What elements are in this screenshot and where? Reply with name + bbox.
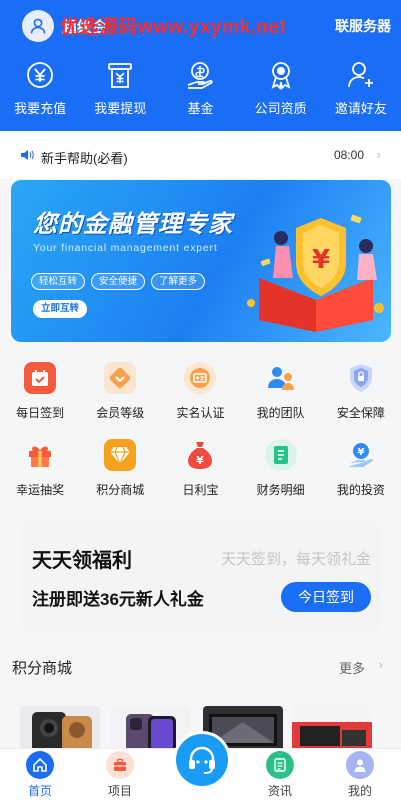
console-image <box>292 706 372 746</box>
quick-action-label: 我要充值 <box>14 101 67 116</box>
welfare-card: 天天领福利 天天签到，每天领礼金 注册即送36元新人礼金 今日签到 <box>20 522 381 632</box>
feature-row: 幸运抽奖 积分商城 ¥ 日利宝 财务明细 ¥ 我的投资 <box>0 431 401 508</box>
quick-action-invite[interactable]: 邀请好友 <box>321 58 401 122</box>
tab-home[interactable]: 首页 <box>0 751 80 799</box>
notice-time: 08:00 <box>333 148 364 162</box>
welfare-subtitle: 天天签到，每天领礼金 <box>220 551 371 568</box>
quick-action-withdraw[interactable]: 我要提现 <box>80 58 160 122</box>
customer-service-icon <box>189 746 215 774</box>
chevron-badge-icon <box>104 362 137 394</box>
customer-service-button[interactable] <box>173 731 231 789</box>
ledger-icon <box>264 439 297 471</box>
feature-label: 幸运抽奖 <box>16 483 65 497</box>
feature-my-investment[interactable]: ¥ 我的投资 <box>321 431 401 508</box>
team-icon <box>265 362 297 394</box>
shield-icon <box>345 362 377 394</box>
avatar[interactable] <box>22 10 54 42</box>
tab-label: 资讯 <box>267 784 292 798</box>
feature-grid: 每日签到 会员等级 实名认证 我的团队 安全保障 幸运抽奖 积分商城 ¥ 日利宝… <box>0 354 401 508</box>
product-card-phone-black[interactable] <box>20 706 100 750</box>
id-card-icon <box>184 362 217 394</box>
hand-yen-icon: ¥ <box>345 439 377 471</box>
feature-label: 我的投资 <box>336 483 385 497</box>
feature-member-level[interactable]: 会员等级 <box>80 354 160 431</box>
feature-label: 我的团队 <box>256 406 305 420</box>
banner-cta-button[interactable]: 立即互转 <box>33 300 88 318</box>
quick-action-label: 基金 <box>187 101 214 116</box>
welfare-description: 注册即送36元新人礼金 <box>32 590 204 609</box>
service-button[interactable]: 联服务器 <box>335 16 391 36</box>
watermark-text: 优选源码www.yxymk.net <box>60 17 287 38</box>
quick-action-fund[interactable]: 基金 <box>160 58 240 122</box>
quick-action-recharge[interactable]: 我要充值 <box>0 58 80 122</box>
money-bag-icon: ¥ <box>184 439 216 471</box>
calendar-icon <box>24 362 57 394</box>
feature-label: 每日签到 <box>16 406 65 420</box>
feature-label: 实名认证 <box>176 406 225 420</box>
feature-label: 安全保障 <box>336 406 385 420</box>
feature-row: 每日签到 会员等级 实名认证 我的团队 安全保障 <box>0 354 401 431</box>
briefcase-icon <box>106 751 134 779</box>
feature-daily-checkin[interactable]: 每日签到 <box>0 354 80 431</box>
feature-real-name-auth[interactable]: 实名认证 <box>160 354 240 431</box>
banner-title: 您的金融管理专家 <box>33 211 233 238</box>
banner-illustration: ¥ <box>247 214 384 332</box>
speaker-icon <box>21 150 34 160</box>
add-user-icon <box>344 58 378 92</box>
tab-label: 我的 <box>347 784 372 798</box>
diamond-icon <box>104 439 137 471</box>
product-card-console[interactable] <box>292 706 372 750</box>
quick-action-label: 邀请好友 <box>334 101 387 116</box>
feature-daily-profit[interactable]: ¥ 日利宝 <box>160 431 240 508</box>
mall-section-title: 积分商城 <box>12 660 73 677</box>
news-icon <box>266 751 294 779</box>
notice-text: 新手帮助(必看) <box>41 151 128 166</box>
svg-text:¥: ¥ <box>197 454 205 467</box>
header-top: 超级会 优选源码www.yxymk.net 联服务器 <box>0 8 401 44</box>
banner-tag: 安全便捷 <box>91 273 146 290</box>
quick-action-label: 我要提现 <box>94 101 147 116</box>
banner-tags: 轻松互转 安全便捷 了解更多 <box>31 273 206 290</box>
chevron-right-icon: › <box>378 657 383 672</box>
phone-image <box>32 712 92 750</box>
feature-points-mall[interactable]: 积分商城 <box>80 431 160 508</box>
quick-action-qualification[interactable]: 公司资质 <box>241 58 321 122</box>
feature-security[interactable]: 安全保障 <box>321 354 401 431</box>
tab-news[interactable]: 资讯 <box>240 751 320 799</box>
promo-banner[interactable]: 您的金融管理专家 Your financial management exper… <box>11 180 391 342</box>
chevron-right-icon: › <box>376 147 381 162</box>
checkin-button[interactable]: 今日签到 <box>281 582 371 612</box>
yen-recharge-icon <box>23 58 57 92</box>
feature-label: 财务明细 <box>256 483 305 497</box>
feature-my-team[interactable]: 我的团队 <box>241 354 321 431</box>
tab-label: 项目 <box>107 784 132 798</box>
svg-text:¥: ¥ <box>312 245 330 275</box>
tab-mine[interactable]: 我的 <box>320 751 400 799</box>
mall-more-link[interactable]: 更多 <box>339 658 365 677</box>
banner-tag: 轻松互转 <box>31 273 86 290</box>
home-icon <box>26 751 54 779</box>
tab-label: 首页 <box>27 784 52 798</box>
feature-finance-detail[interactable]: 财务明细 <box>241 431 321 508</box>
user-icon <box>30 18 46 34</box>
quick-action-label: 公司资质 <box>254 101 307 116</box>
notice-bar[interactable]: 新手帮助(必看) 08:00 › <box>0 131 401 179</box>
award-icon <box>264 58 298 92</box>
feature-label: 会员等级 <box>96 406 145 420</box>
header-bar: 超级会 优选源码www.yxymk.net 联服务器 我要充值 我要提现 基金 <box>0 0 401 131</box>
quick-actions: 我要充值 我要提现 基金 公司资质 邀请好友 <box>0 58 401 122</box>
svg-text:¥: ¥ <box>357 447 364 458</box>
feature-label: 日利宝 <box>182 483 219 497</box>
bottom-tab-bar: 首页 项目 资讯 我的 <box>0 731 401 800</box>
fund-icon <box>183 58 217 92</box>
welfare-title: 天天领福利 <box>32 550 132 572</box>
banner-subtitle: Your financial management expert <box>33 242 218 254</box>
yen-withdraw-icon <box>103 58 137 92</box>
tab-projects[interactable]: 项目 <box>80 751 160 799</box>
feature-lucky-draw[interactable]: 幸运抽奖 <box>0 431 80 508</box>
gift-icon <box>24 439 56 471</box>
banner-tag: 了解更多 <box>151 273 206 290</box>
user-icon <box>346 751 374 779</box>
feature-label: 积分商城 <box>96 483 145 497</box>
